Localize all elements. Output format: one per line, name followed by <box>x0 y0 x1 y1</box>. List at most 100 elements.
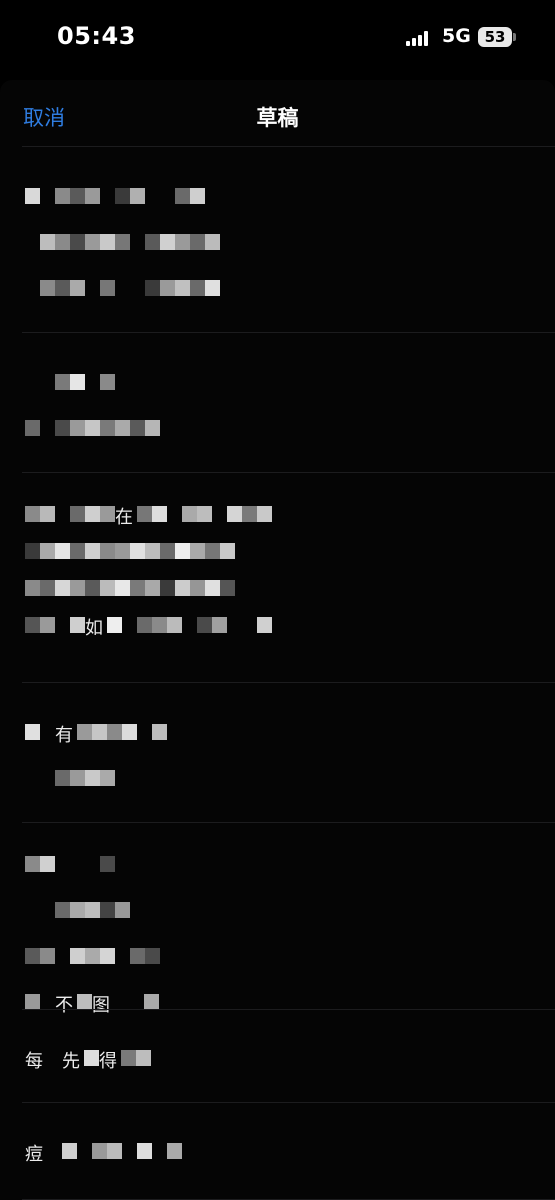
mosaic-block <box>167 617 182 633</box>
mosaic-block <box>190 543 205 559</box>
drafts-sheet: 取消 草稿 在如有不图每先得痘 <box>0 80 555 1200</box>
mosaic-block <box>107 617 122 633</box>
mosaic-block <box>152 617 167 633</box>
mosaic-block <box>40 856 55 872</box>
mosaic-block <box>115 420 130 436</box>
mosaic-block <box>107 1143 122 1159</box>
mosaic-block <box>70 234 85 250</box>
draft-preview-text: 如 <box>85 618 103 639</box>
status-time: 05:43 <box>57 22 136 50</box>
mosaic-block <box>152 724 167 740</box>
mosaic-block <box>175 234 190 250</box>
mosaic-block <box>25 420 40 436</box>
mosaic-block <box>85 420 100 436</box>
mosaic-block <box>25 856 40 872</box>
mosaic-block <box>145 280 160 296</box>
mosaic-block <box>160 280 175 296</box>
mosaic-block <box>40 580 55 596</box>
mosaic-block <box>55 234 70 250</box>
mosaic-block <box>100 543 115 559</box>
mosaic-block <box>100 374 115 390</box>
draft-item[interactable] <box>0 333 555 473</box>
mosaic-block <box>85 188 100 204</box>
mosaic-block <box>77 994 92 1010</box>
mosaic-block <box>107 724 122 740</box>
mosaic-block <box>190 234 205 250</box>
battery-level: 53 <box>484 28 506 46</box>
mosaic-block <box>115 234 130 250</box>
mosaic-block <box>55 770 70 786</box>
mosaic-block <box>25 948 40 964</box>
mosaic-block <box>182 506 197 522</box>
mosaic-block <box>220 543 235 559</box>
mosaic-block <box>145 948 160 964</box>
mosaic-block <box>137 617 152 633</box>
cellular-signal-icon <box>406 30 432 46</box>
mosaic-block <box>136 1050 151 1066</box>
mosaic-block <box>25 580 40 596</box>
mosaic-block <box>40 543 55 559</box>
draft-item[interactable]: 有 <box>0 683 555 823</box>
mosaic-block <box>100 902 115 918</box>
mosaic-block <box>205 234 220 250</box>
mosaic-block <box>25 506 40 522</box>
mosaic-block <box>115 902 130 918</box>
battery-cap <box>513 33 516 41</box>
draft-item[interactable]: 每先得 <box>0 1010 555 1103</box>
draft-preview-text: 得 <box>99 1051 117 1072</box>
mosaic-block <box>70 902 85 918</box>
mosaic-block <box>121 1050 136 1066</box>
page-title: 草稿 <box>256 106 299 130</box>
mosaic-block <box>190 280 205 296</box>
mosaic-block <box>122 724 137 740</box>
mosaic-block <box>242 506 257 522</box>
status-bar: 05:43 5G 53 <box>0 0 555 76</box>
mosaic-block <box>145 420 160 436</box>
draft-item[interactable]: 痘 <box>0 1103 555 1200</box>
mosaic-block <box>220 580 235 596</box>
mosaic-block <box>25 543 40 559</box>
mosaic-block <box>130 188 145 204</box>
mosaic-block <box>70 280 85 296</box>
mosaic-block <box>55 280 70 296</box>
mosaic-block <box>70 506 85 522</box>
mosaic-block <box>25 994 40 1010</box>
mosaic-block <box>55 902 70 918</box>
mosaic-block <box>205 580 220 596</box>
mosaic-block <box>205 543 220 559</box>
mosaic-block <box>70 580 85 596</box>
mosaic-block <box>84 1050 99 1066</box>
mosaic-block <box>115 580 130 596</box>
mosaic-block <box>257 506 272 522</box>
draft-item[interactable] <box>0 147 555 333</box>
mosaic-block <box>205 280 220 296</box>
mosaic-block <box>130 543 145 559</box>
mosaic-block <box>92 1143 107 1159</box>
mosaic-block <box>130 948 145 964</box>
mosaic-block <box>25 188 40 204</box>
mosaic-block <box>100 856 115 872</box>
mosaic-block <box>145 580 160 596</box>
mosaic-block <box>85 580 100 596</box>
mosaic-block <box>100 234 115 250</box>
mosaic-block <box>130 580 145 596</box>
mosaic-block <box>130 420 145 436</box>
draft-item[interactable]: 在如 <box>0 473 555 683</box>
mosaic-block <box>25 617 40 633</box>
mosaic-block <box>190 188 205 204</box>
mosaic-block <box>227 506 242 522</box>
mosaic-block <box>70 374 85 390</box>
mosaic-block <box>160 234 175 250</box>
draft-item[interactable]: 不图 <box>0 823 555 1016</box>
battery-icon: 53 <box>478 27 512 47</box>
mosaic-block <box>190 580 205 596</box>
mosaic-block <box>197 506 212 522</box>
mosaic-block <box>77 724 92 740</box>
mosaic-block <box>145 234 160 250</box>
mosaic-block <box>40 506 55 522</box>
nav-bar: 取消 草稿 <box>0 80 555 147</box>
draft-preview-text: 先 <box>62 1051 80 1072</box>
mosaic-block <box>152 506 167 522</box>
draft-preview-text: 有 <box>55 725 73 746</box>
mosaic-block <box>70 617 85 633</box>
